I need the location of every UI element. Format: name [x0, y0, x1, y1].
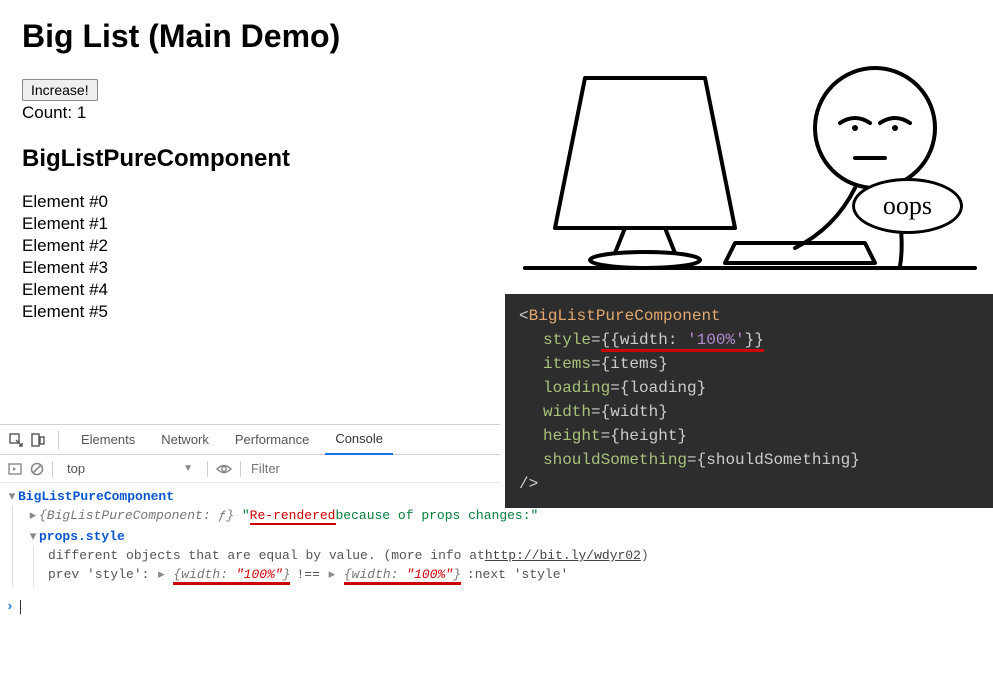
- code-attr: width: [543, 403, 591, 421]
- expand-caret-icon[interactable]: [6, 489, 18, 504]
- code-snippet: <BigListPureComponent style={{width: '10…: [505, 294, 993, 508]
- code-var: loading: [629, 379, 696, 397]
- code-var: height: [620, 427, 678, 445]
- device-toggle-icon[interactable]: [30, 432, 46, 448]
- console-neq: !==: [296, 567, 319, 582]
- console-object-preview[interactable]: {BigListPureComponent: ƒ}: [39, 508, 234, 523]
- context-selector[interactable]: top ▼: [61, 461, 199, 476]
- code-var: shouldSomething: [706, 451, 850, 469]
- console-next-object[interactable]: {width: "100%"}: [344, 567, 461, 585]
- code-brace: {{: [601, 331, 620, 349]
- tab-console[interactable]: Console: [325, 425, 393, 455]
- inspect-icon[interactable]: [8, 432, 24, 448]
- tab-network[interactable]: Network: [151, 425, 219, 455]
- console-diff-suffix: ): [641, 548, 649, 563]
- count-label: Count:: [22, 103, 72, 122]
- expand-caret-icon[interactable]: [326, 567, 338, 582]
- speech-text: oops: [852, 178, 963, 234]
- console-prop-path: props.style: [39, 529, 125, 544]
- tab-performance[interactable]: Performance: [225, 425, 319, 455]
- clear-console-icon[interactable]: [30, 462, 44, 476]
- text-cursor: [20, 600, 21, 614]
- expand-caret-icon[interactable]: [155, 567, 167, 582]
- increase-button[interactable]: Increase!: [22, 79, 98, 101]
- code-var: items: [610, 355, 658, 373]
- context-label: top: [67, 461, 85, 476]
- chevron-down-icon: ▼: [183, 463, 193, 474]
- console-next-label: :next 'style': [467, 567, 568, 582]
- code-style-key: width:: [620, 331, 678, 349]
- console-diff-message: different objects that are equal by valu…: [48, 548, 485, 563]
- console-prompt[interactable]: ›: [0, 593, 500, 614]
- console-prev-object[interactable]: {width: "100%"}: [173, 567, 290, 585]
- count-value: 1: [77, 103, 86, 122]
- code-var: width: [610, 403, 658, 421]
- console-prev-label: prev 'style':: [48, 567, 149, 582]
- prompt-caret-icon: ›: [6, 599, 14, 614]
- console-rerendered-text: Re-rendered: [250, 508, 336, 525]
- code-attr: height: [543, 427, 601, 445]
- live-expression-icon[interactable]: [216, 462, 232, 476]
- speech-bubble: oops: [852, 178, 963, 234]
- expand-caret-icon[interactable]: [27, 508, 39, 523]
- code-component-name: BigListPureComponent: [529, 307, 721, 325]
- tab-elements[interactable]: Elements: [71, 425, 145, 455]
- console-reason-text: because of props changes:": [336, 508, 539, 523]
- code-style-value: '100%': [687, 331, 745, 349]
- devtools-panel: Elements Network Performance Console top…: [0, 424, 500, 614]
- code-attr-style: style: [543, 331, 591, 349]
- code-attr: items: [543, 355, 591, 373]
- devtools-toolbar: top ▼: [0, 455, 500, 483]
- sidebar-toggle-icon[interactable]: [8, 462, 22, 476]
- devtools-tabbar: Elements Network Performance Console: [0, 425, 500, 455]
- expand-caret-icon[interactable]: [27, 529, 39, 544]
- code-attr: loading: [543, 379, 610, 397]
- console-diff-link[interactable]: http://bit.ly/wdyr02: [485, 548, 641, 563]
- console-group-name: BigListPureComponent: [18, 489, 174, 504]
- code-brace: }}: [745, 331, 764, 349]
- console-output: BigListPureComponent {BigListPureCompone…: [0, 483, 993, 593]
- meme-illustration: oops: [505, 38, 993, 278]
- code-attr: shouldSomething: [543, 451, 687, 469]
- filter-input[interactable]: [249, 460, 369, 477]
